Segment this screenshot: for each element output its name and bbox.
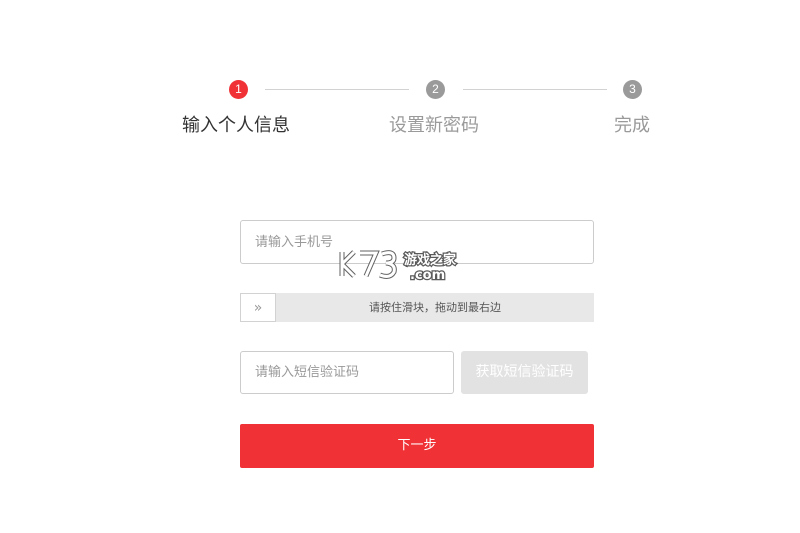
sms-code-input[interactable] — [240, 351, 454, 394]
reset-password-page: 1 2 3 输入个人信息 设置新密码 完成 » 请按住滑块，拖动到最右边 获取短… — [0, 0, 800, 533]
step-3-label: 完成 — [614, 115, 650, 136]
slider-captcha-track: » 请按住滑块，拖动到最右边 — [240, 293, 594, 322]
step-1-label: 输入个人信息 — [182, 115, 290, 136]
step-connector-2-3 — [463, 89, 607, 90]
progress-stepper: 1 2 3 输入个人信息 设置新密码 完成 — [0, 0, 800, 150]
phone-number-input[interactable] — [240, 220, 594, 264]
slider-captcha-hint: 请按住滑块，拖动到最右边 — [369, 301, 501, 314]
step-connector-1-2 — [265, 89, 409, 90]
step-3-indicator: 3 — [623, 80, 642, 99]
next-step-button[interactable]: 下一步 — [240, 424, 594, 468]
get-sms-code-button[interactable]: 获取短信验证码 — [461, 351, 588, 394]
step-1-indicator: 1 — [229, 80, 248, 99]
double-chevron-right-icon: » — [253, 299, 263, 316]
slider-captcha-handle[interactable]: » — [240, 293, 276, 322]
svg-text:.com: .com — [410, 268, 445, 282]
step-2-indicator: 2 — [426, 80, 445, 99]
step-2-label: 设置新密码 — [389, 115, 479, 136]
